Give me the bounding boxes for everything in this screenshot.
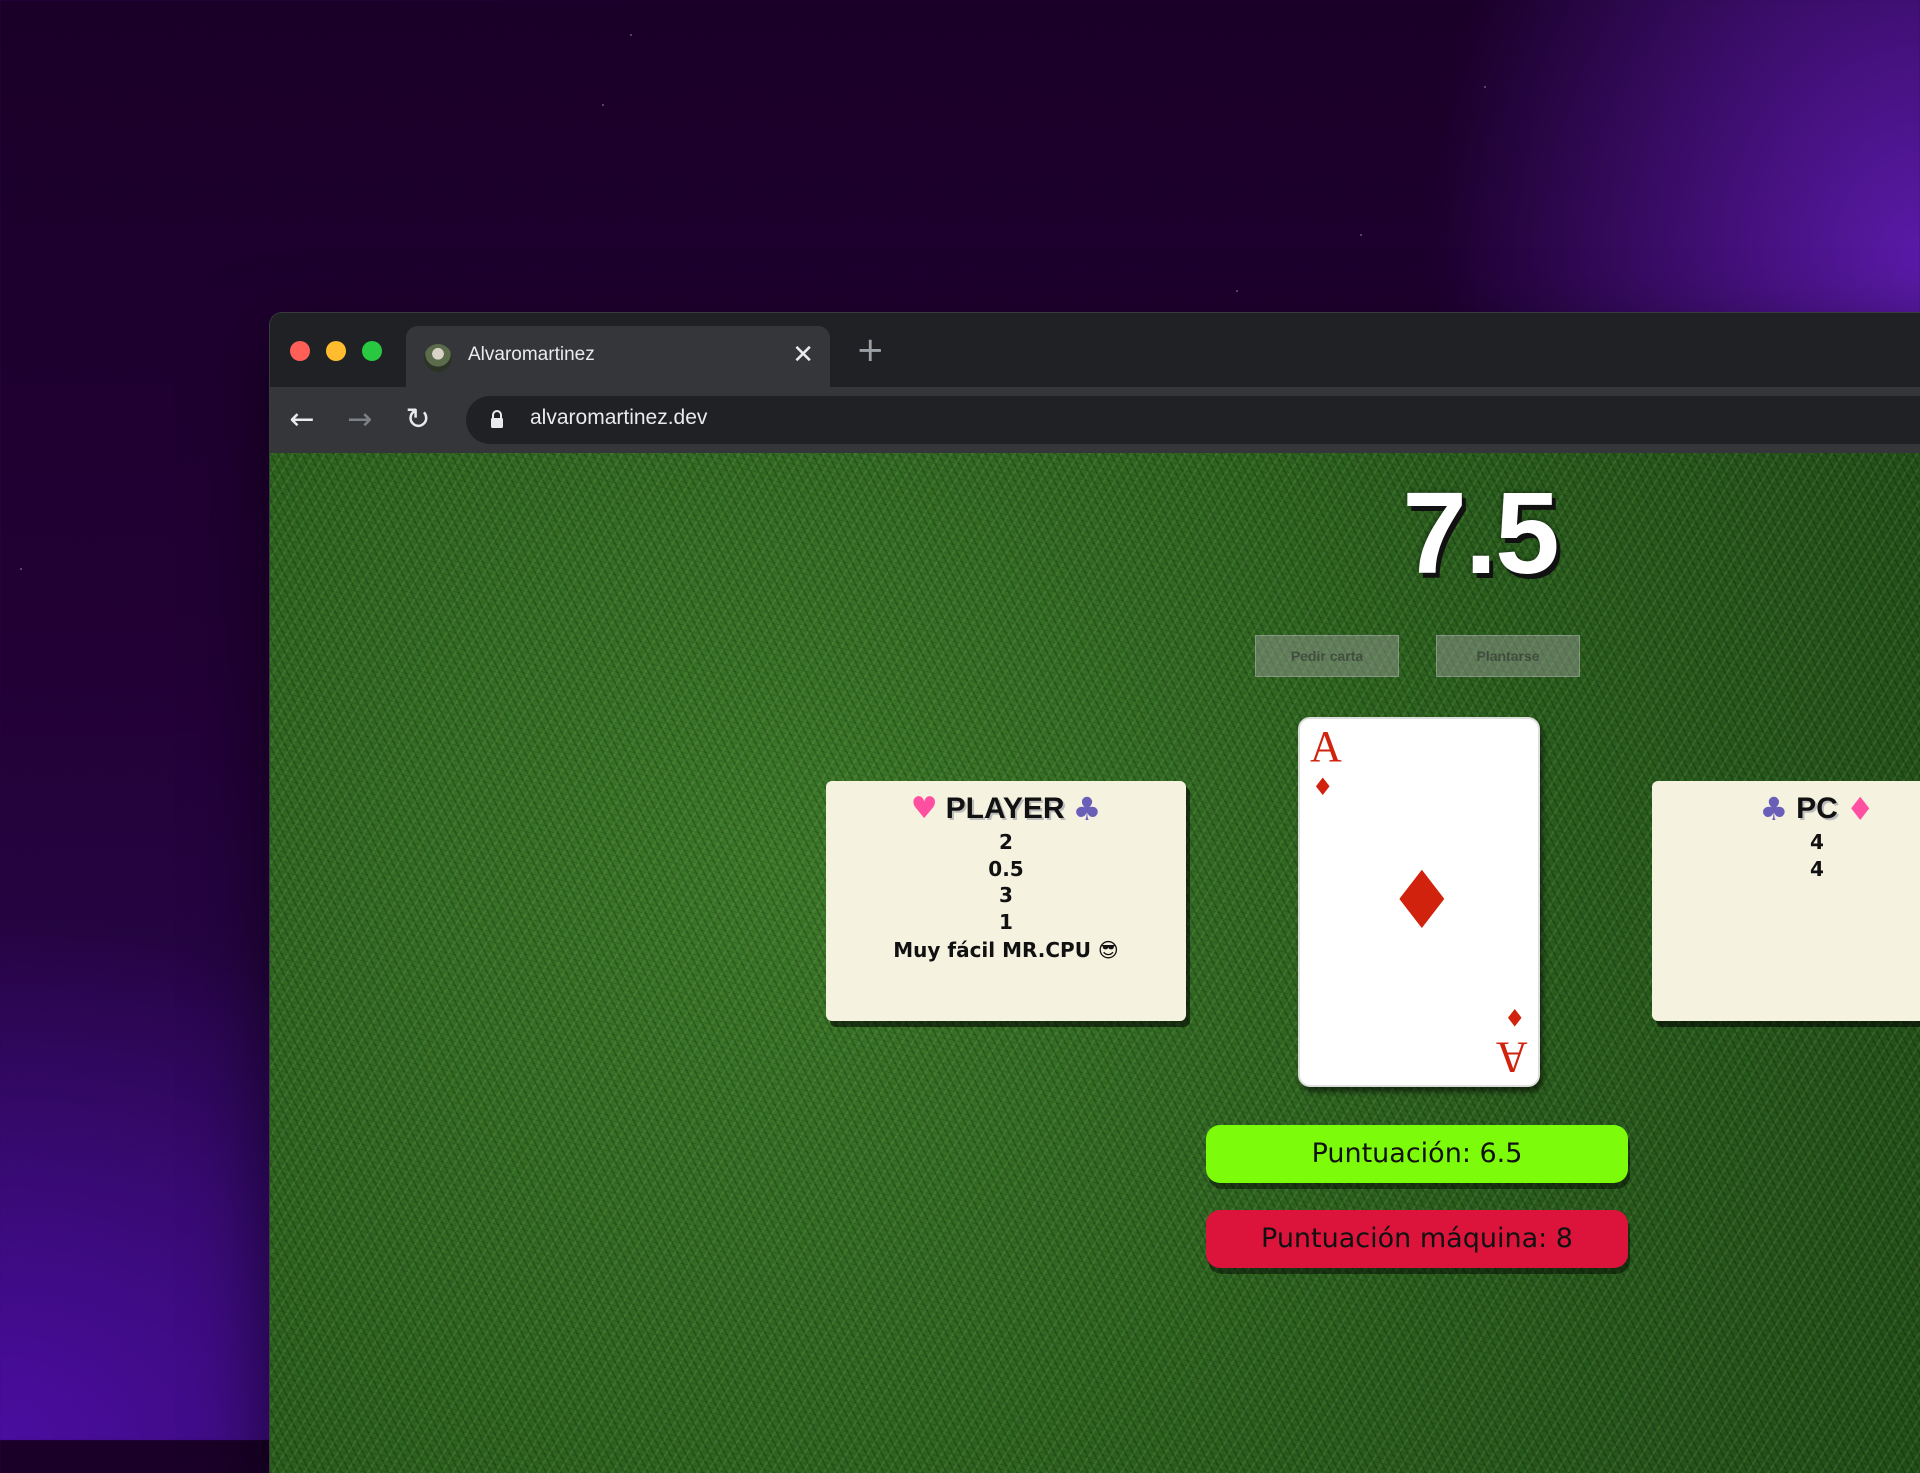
tab-title: Alvaromartinez [468, 344, 595, 365]
card-rank-bottom: A [1496, 1033, 1528, 1082]
cpu-score: Puntuación máquina: 8 [1206, 1210, 1628, 1268]
diamond-icon: ♦ [1504, 1003, 1526, 1031]
forward-arrow-icon[interactable]: → [342, 403, 378, 439]
pc-card-value: 4 [1810, 830, 1824, 854]
new-tab-button[interactable]: + [856, 333, 885, 367]
pc-name: PC [1796, 792, 1838, 825]
heart-icon: ♥ [910, 791, 938, 826]
game-title: 7.5 [1402, 468, 1559, 598]
diamond-icon: ♦ [1386, 854, 1458, 947]
player-card-value: 3 [999, 883, 1013, 907]
maximize-window-button[interactable] [362, 341, 382, 361]
browser-toolbar: ← → ↻ alvaromartinez.dev [270, 387, 1920, 453]
lock-icon [491, 410, 503, 428]
player-score: Puntuación: 6.5 [1206, 1125, 1628, 1183]
player-name: PLAYER [945, 792, 1065, 825]
current-playing-card: A ♦ ♦ ♦ A [1298, 717, 1540, 1087]
browser-tab[interactable]: Alvaromartinez ✕ [406, 326, 830, 387]
pc-panel: ♣ PC ♦ 4 4 [1652, 781, 1920, 1021]
minimize-window-button[interactable] [326, 341, 346, 361]
close-tab-icon[interactable]: ✕ [792, 340, 814, 370]
back-arrow-icon[interactable]: ← [284, 403, 320, 439]
club-icon: ♣ [1759, 790, 1789, 828]
favicon-icon [424, 344, 452, 372]
diamond-icon: ♦ [1845, 790, 1875, 828]
address-bar[interactable]: alvaromartinez.dev [466, 396, 1920, 444]
url-text: alvaromartinez.dev [530, 406, 708, 429]
close-window-button[interactable] [290, 341, 310, 361]
ask-card-button[interactable]: Pedir carta [1255, 635, 1399, 677]
player-card-value: 2 [999, 830, 1013, 854]
player-card-value: 1 [999, 909, 1013, 934]
player-panel: ♥ PLAYER ♣ 2 0.5 3 1 Muy fácil MR.CPU 😎 [826, 781, 1186, 1021]
game-board: 7.5 Pedir carta Plantarse ♥ PLAYER ♣ 2 0… [270, 453, 1920, 1473]
player-card-value: 0.5 [988, 856, 1024, 881]
player-message: Muy fácil MR.CPU 😎 [893, 938, 1119, 962]
tab-bar: Alvaromartinez ✕ + [270, 313, 1920, 387]
browser-window: Alvaromartinez ✕ + ← → ↻ alvaromartinez.… [270, 313, 1920, 1473]
diamond-icon: ♦ [1312, 773, 1334, 801]
club-icon: ♣ [1072, 790, 1102, 828]
card-rank-top: A [1310, 722, 1342, 771]
reload-icon[interactable]: ↻ [400, 403, 436, 439]
stand-button[interactable]: Plantarse [1436, 635, 1580, 677]
pc-card-value: 4 [1810, 856, 1824, 881]
